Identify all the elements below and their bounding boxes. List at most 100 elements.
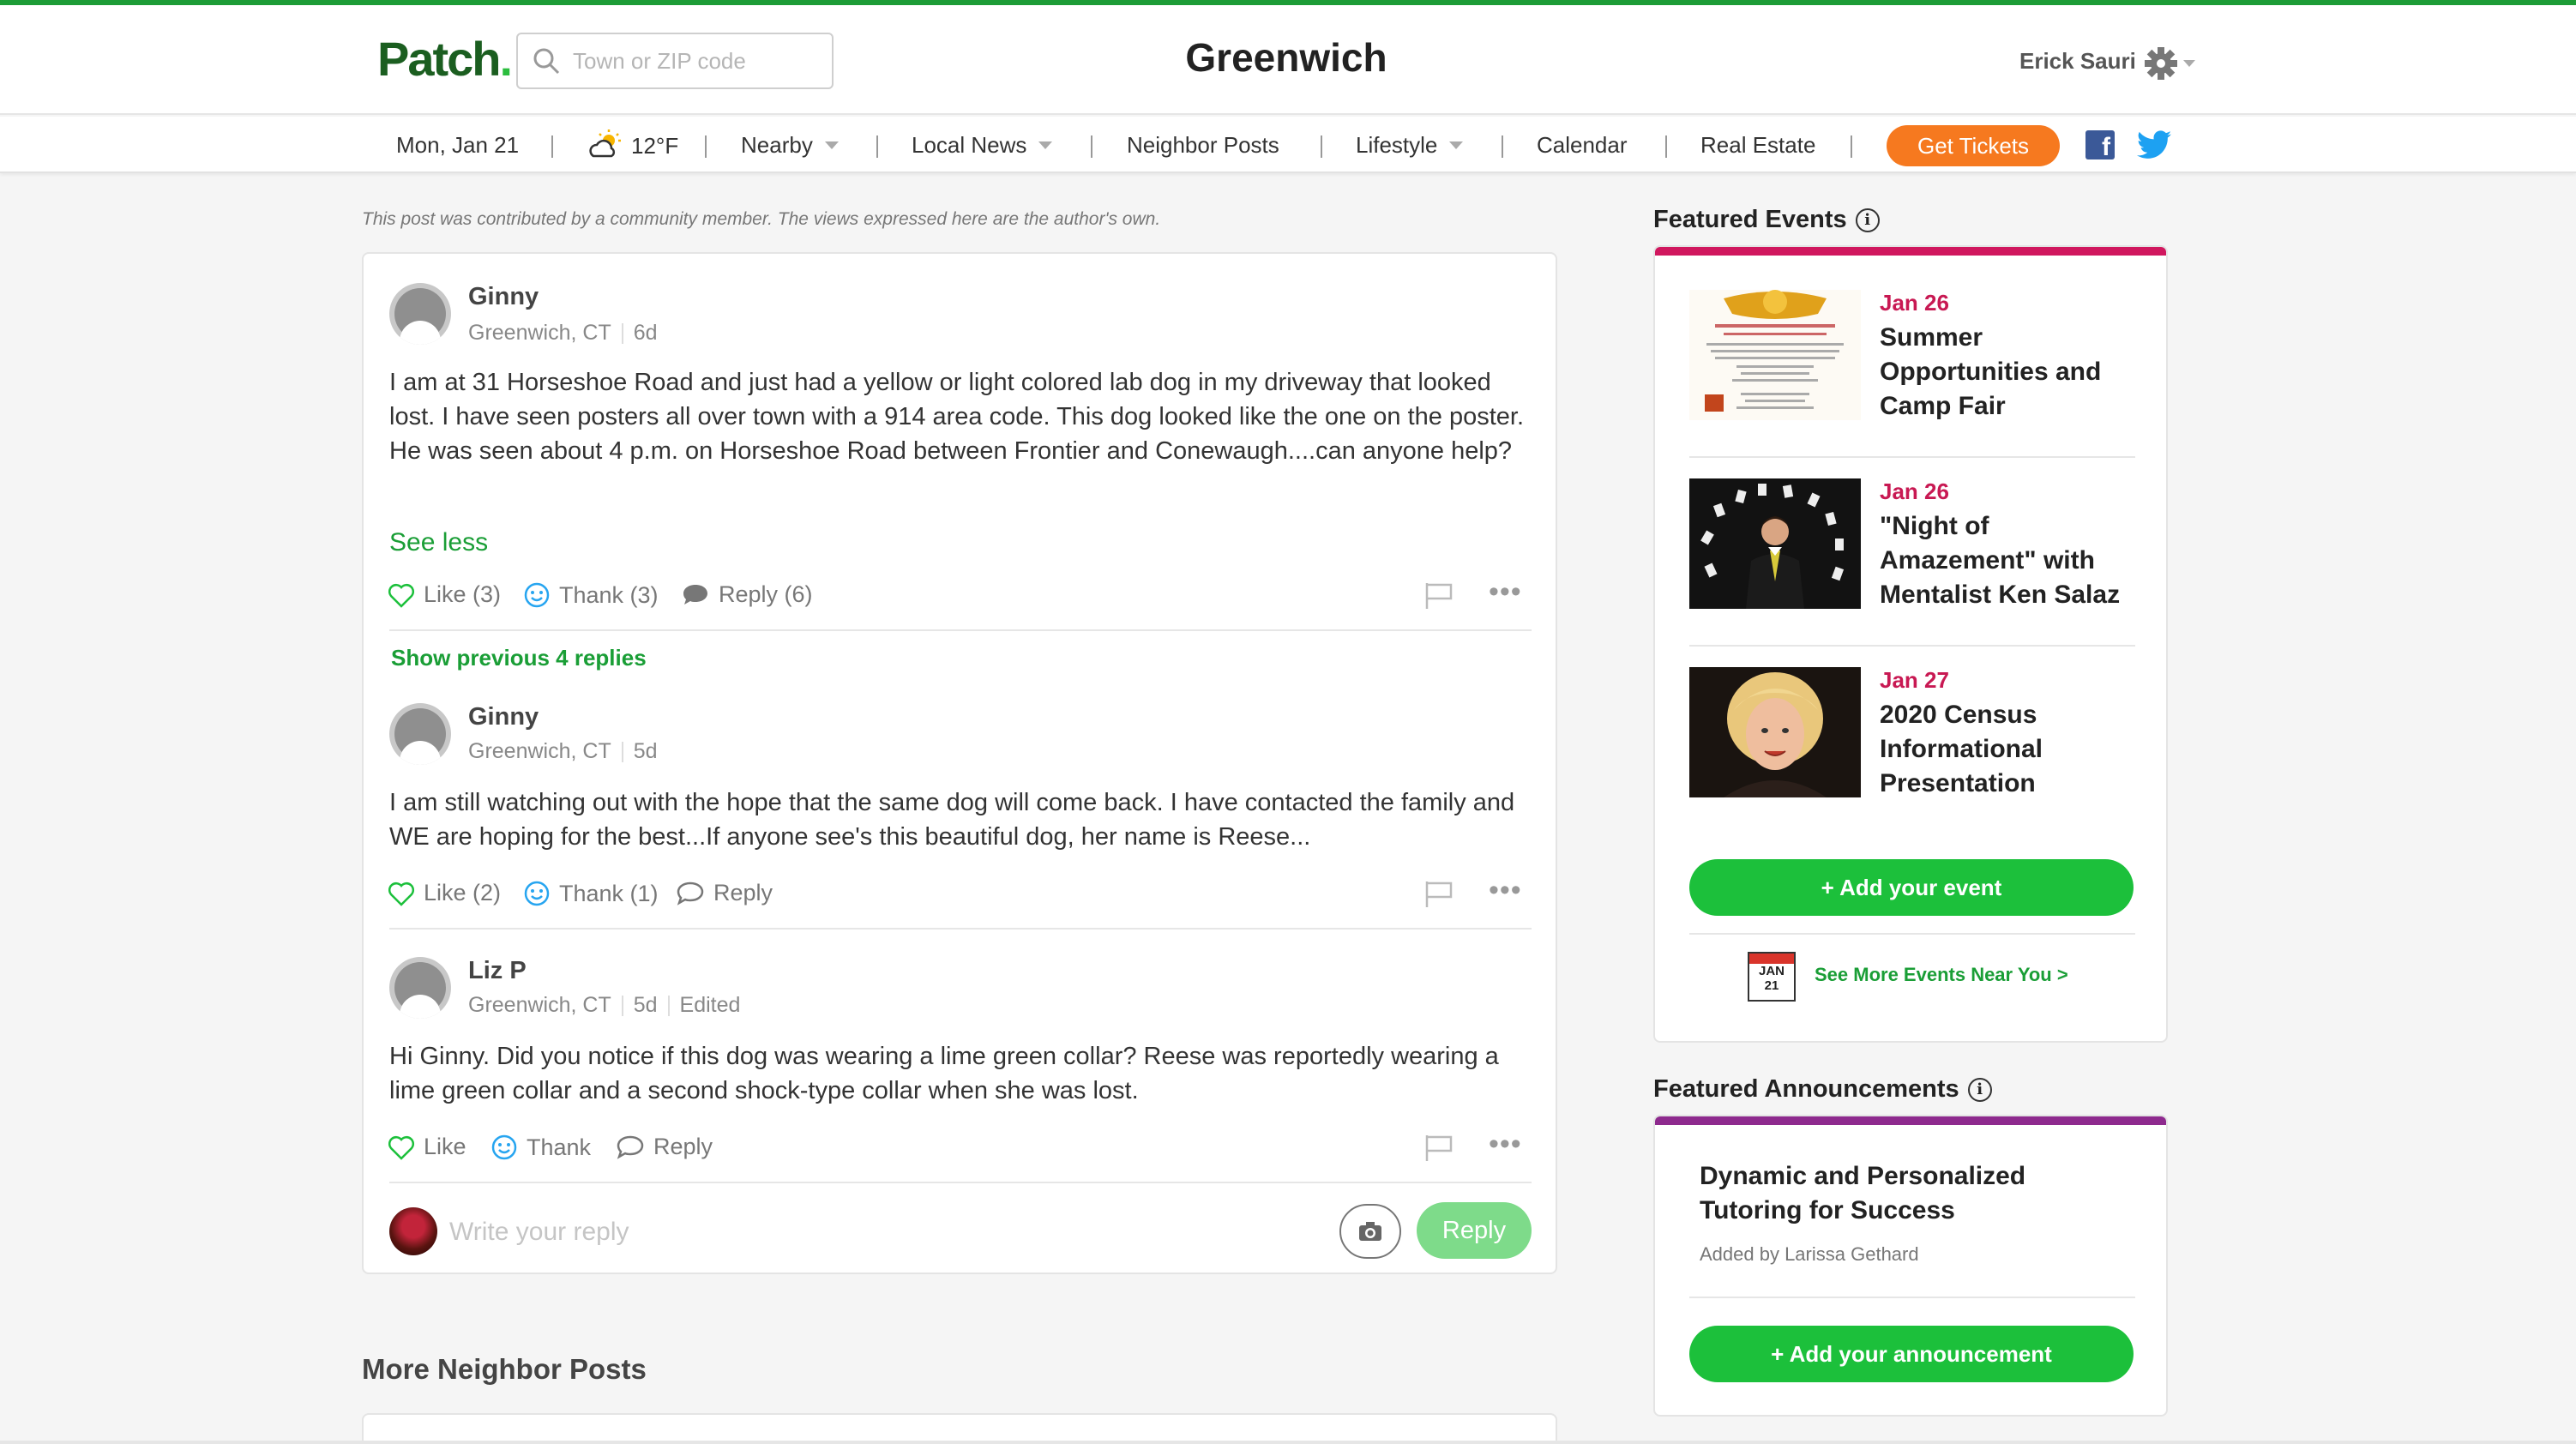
avatar[interactable] xyxy=(389,957,451,1019)
info-icon[interactable]: i xyxy=(1967,1077,1992,1102)
nav-separator xyxy=(1851,135,1852,158)
user-name[interactable]: Erick Sauri xyxy=(2019,48,2136,75)
thank-button[interactable]: Thank (3) xyxy=(523,581,659,609)
nav-real-estate[interactable]: Real Estate xyxy=(1700,129,1815,161)
event-photo-image xyxy=(1689,667,1861,797)
featured-events-heading: Featured Events i xyxy=(1653,206,1880,234)
neighbor-post-card: Ginny Greenwich, CT 6d I am at 31 Horsesh… xyxy=(362,252,1557,1274)
nav-local-news[interactable]: Local News xyxy=(912,129,1053,161)
facebook-icon[interactable]: f xyxy=(2085,130,2115,159)
main-nav: Mon, Jan 21 12°F Nearby Local News Neigh… xyxy=(0,117,2576,173)
edited-label: Edited xyxy=(679,993,741,1017)
reply-meta: Greenwich, CT 5d Edited xyxy=(468,993,740,1018)
info-icon[interactable]: i xyxy=(1855,208,1880,232)
patch-logo[interactable]: Patch. xyxy=(377,31,513,87)
smiley-icon xyxy=(524,582,550,608)
nav-nearby-label: Nearby xyxy=(741,132,813,158)
flag-icon[interactable] xyxy=(1423,1134,1454,1163)
chevron-down-icon xyxy=(1038,141,1053,149)
reply-button[interactable]: Reply xyxy=(616,1134,713,1160)
reply-label: Reply xyxy=(713,880,773,906)
gear-icon[interactable] xyxy=(2144,46,2199,81)
see-more-events-link[interactable]: See More Events Near You > xyxy=(1815,964,2068,986)
reply-author[interactable]: Liz P xyxy=(468,957,527,985)
more-options-button[interactable]: ••• xyxy=(1489,1129,1522,1158)
chevron-down-icon xyxy=(824,141,839,149)
more-options-button[interactable]: ••• xyxy=(1489,875,1522,905)
nav-lifestyle[interactable]: Lifestyle xyxy=(1356,129,1464,161)
events-accent-bar xyxy=(1655,247,2166,256)
event-item[interactable]: Jan 27 2020 Census Informational Present… xyxy=(1689,667,2135,835)
reply-body: I am still watching out with the hope th… xyxy=(389,789,1515,851)
reply-button[interactable]: Reply xyxy=(676,880,773,906)
featured-announcements-title: Featured Announcements xyxy=(1653,1075,1959,1103)
nav-calendar[interactable]: Calendar xyxy=(1537,129,1628,161)
thank-button[interactable]: Thank (1) xyxy=(523,880,659,907)
smiley-icon xyxy=(524,881,550,906)
reply-input[interactable] xyxy=(449,1211,1221,1254)
like-button[interactable]: Like (3) xyxy=(388,581,501,608)
like-button[interactable]: Like (2) xyxy=(388,880,501,906)
search-input[interactable] xyxy=(573,47,822,75)
nav-separator xyxy=(1091,135,1092,158)
event-date: Jan 26 xyxy=(1880,290,1949,316)
thank-label: Thank xyxy=(527,1134,592,1160)
featured-events-card: Jan 26 Summer Opportunities and Camp Fai… xyxy=(1653,245,2168,1043)
reply-author[interactable]: Ginny xyxy=(468,703,539,731)
submit-reply-button[interactable]: Reply xyxy=(1417,1202,1532,1259)
reply-count: Reply (6) xyxy=(719,581,813,607)
calendar-day: 21 xyxy=(1764,978,1779,993)
add-event-button[interactable]: + Add your event xyxy=(1689,859,2134,916)
event-photo-image xyxy=(1689,478,1861,609)
more-posts-card xyxy=(362,1413,1557,1444)
show-previous-replies-link[interactable]: Show previous 4 replies xyxy=(391,645,647,671)
heart-icon xyxy=(388,583,415,608)
event-title[interactable]: "Night of Amazement" with Mentalist Ken … xyxy=(1880,509,2137,612)
avatar[interactable] xyxy=(389,703,451,765)
featured-announcements-heading: Featured Announcements i xyxy=(1653,1075,1992,1104)
flag-icon[interactable] xyxy=(1423,880,1454,909)
page-title: Greenwich xyxy=(1185,35,1387,80)
town-search[interactable] xyxy=(516,33,834,89)
nav-weather[interactable]: 12°F xyxy=(587,129,678,163)
event-item[interactable]: Jan 26 Summer Opportunities and Camp Fai… xyxy=(1689,290,2135,458)
announcements-accent-bar xyxy=(1655,1116,2166,1125)
twitter-icon[interactable] xyxy=(2137,130,2171,159)
get-tickets-button[interactable]: Get Tickets xyxy=(1887,125,2060,166)
current-user-avatar xyxy=(389,1207,437,1255)
thank-button[interactable]: Thank xyxy=(491,1134,591,1161)
event-title[interactable]: Summer Opportunities and Camp Fair xyxy=(1880,321,2137,424)
nav-nearby[interactable]: Nearby xyxy=(741,129,839,161)
divider xyxy=(389,928,1532,930)
post-author[interactable]: Ginny xyxy=(468,283,539,311)
more-options-button[interactable]: ••• xyxy=(1489,577,1522,606)
event-title[interactable]: 2020 Census Informational Presentation xyxy=(1880,698,2137,801)
nav-separator xyxy=(1665,135,1667,158)
divider xyxy=(389,629,1532,631)
like-button[interactable]: Like xyxy=(388,1134,466,1160)
flag-icon[interactable] xyxy=(1423,581,1454,611)
search-icon xyxy=(533,48,560,75)
page-bottom-border xyxy=(0,1441,2576,1444)
post-location: Greenwich, CT xyxy=(468,321,611,345)
reply-location: Greenwich, CT xyxy=(468,739,611,763)
site-header: Patch. Greenwich Erick Sauri xyxy=(0,5,2576,115)
nav-neighbor-posts[interactable]: Neighbor Posts xyxy=(1127,129,1279,161)
nav-separator xyxy=(1502,135,1503,158)
announcement-title[interactable]: Dynamic and Personalized Tutoring for Su… xyxy=(1700,1159,2111,1228)
nav-separator xyxy=(1321,135,1322,158)
avatar[interactable] xyxy=(389,283,451,345)
reply-button[interactable]: Reply (6) xyxy=(681,581,813,608)
announcement-author: Added by Larissa Gethard xyxy=(1700,1243,1919,1265)
see-less-link[interactable]: See less xyxy=(389,528,488,557)
nav-separator xyxy=(705,135,707,158)
post-body: I am at 31 Horseshoe Road and just had a… xyxy=(389,369,1525,465)
post-age: 6d xyxy=(633,321,658,345)
featured-announcements-card: Dynamic and Personalized Tutoring for Su… xyxy=(1653,1115,2168,1417)
add-announcement-button[interactable]: + Add your announcement xyxy=(1689,1326,2134,1382)
chevron-down-icon xyxy=(1449,141,1464,149)
event-item[interactable]: Jan 26 "Night of Amazement" with Mentali… xyxy=(1689,478,2135,647)
community-disclaimer: This post was contributed by a community… xyxy=(362,209,1161,229)
thank-count: Thank (3) xyxy=(559,581,659,608)
attach-photo-button[interactable] xyxy=(1339,1204,1401,1259)
